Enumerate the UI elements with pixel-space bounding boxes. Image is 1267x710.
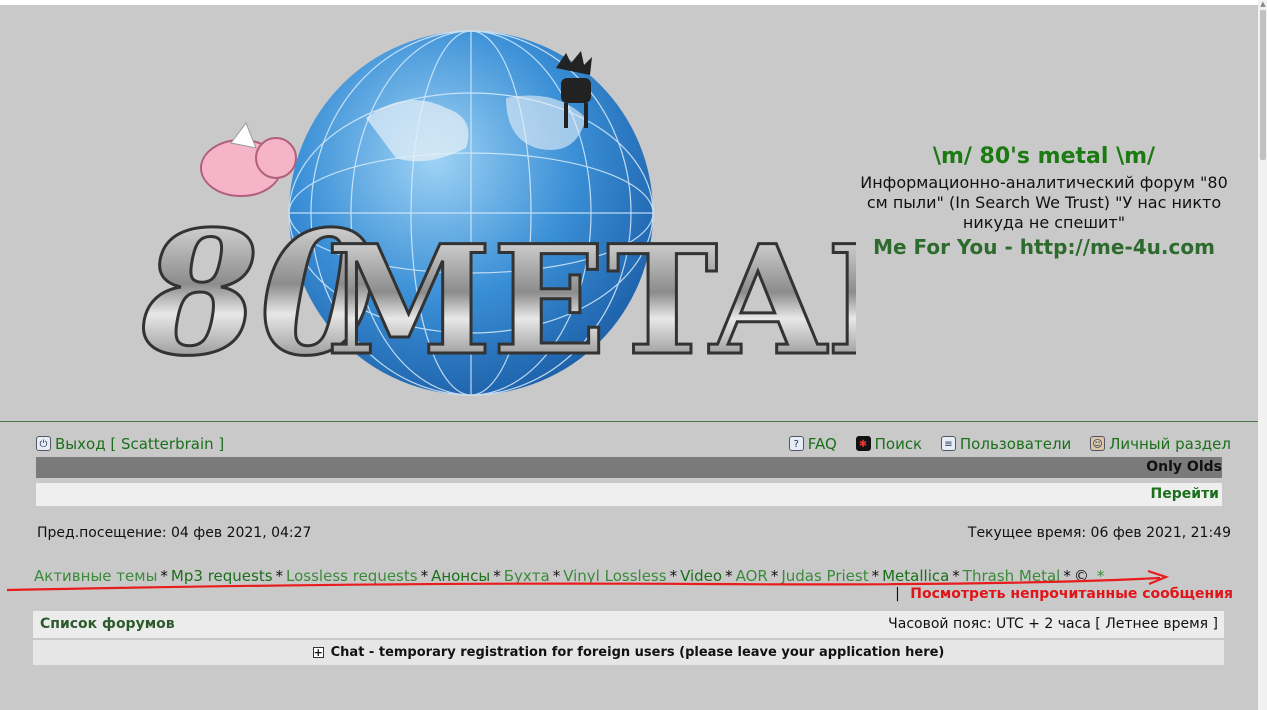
members-list-icon: ≡ (940, 436, 956, 451)
category-chat[interactable]: + Chat - temporary registration for fore… (312, 640, 945, 665)
user-profile-icon: ☺ (1090, 436, 1106, 451)
profile-link[interactable]: ☺ Личный раздел (1090, 435, 1231, 453)
unread-posts-link[interactable]: Посмотреть непрочитанные сообщения (910, 586, 1233, 602)
previous-visit-time: Пред.посещение: 04 фев 2021, 04:27 (37, 525, 312, 541)
logout-icon: ⏻ (36, 436, 51, 451)
category-chat-label[interactable]: Chat - temporary registration for foreig… (331, 640, 945, 665)
scroll-up-arrow-icon[interactable]: ▲ (1259, 0, 1267, 8)
category-row-chat[interactable]: + Chat - temporary registration for fore… (33, 640, 1224, 665)
forum-header-bar: Only Olds (36, 457, 1222, 478)
logout-link[interactable]: ⏻ Выход [ Scatterbrain ] (36, 435, 224, 453)
site-partner-link[interactable]: Me For You - http://me-4u.com (858, 234, 1230, 261)
nav-left: ⏻ Выход [ Scatterbrain ] (36, 433, 224, 453)
timezone-info: Часовой пояс: UTC + 2 часа [ Летнее врем… (888, 616, 1218, 632)
faq-label[interactable]: FAQ (808, 435, 837, 453)
forum-list-bar: Список форумов Часовой пояс: UTC + 2 час… (33, 611, 1224, 638)
unread-row: | Посмотреть непрочитанные сообщения (895, 586, 1233, 602)
users-link[interactable]: ≡ Пользователи (940, 435, 1071, 453)
current-time: Текущее время: 06 фев 2021, 21:49 (967, 525, 1231, 541)
site-info: \m/ 80's metal \m/ Информационно-аналити… (858, 143, 1230, 261)
search-label[interactable]: Поиск (875, 435, 923, 453)
unread-separator: | (895, 586, 900, 602)
expand-plus-icon[interactable]: + (312, 647, 324, 658)
header-divider (0, 421, 1258, 422)
search-link[interactable]: ✱ Поиск (855, 435, 923, 453)
profile-label[interactable]: Личный раздел (1109, 435, 1231, 453)
scrollbar-thumb[interactable] (1260, 10, 1266, 160)
logout-label[interactable]: Выход [ Scatterbrain ] (55, 435, 224, 453)
jump-bar: Перейти (36, 483, 1222, 506)
pig-icon (200, 121, 297, 197)
site-logo[interactable]: 80 METAL (36, 8, 856, 416)
nav-right: ? FAQ ✱ Поиск ≡ Пользователи ☺ Личный ра… (775, 433, 1231, 453)
logo-graphic: 80 METAL (139, 30, 856, 396)
faq-icon: ? (788, 436, 804, 451)
forum-index-link[interactable]: Список форумов (40, 611, 175, 638)
faq-link[interactable]: ? FAQ (788, 435, 837, 453)
site-title: \m/ 80's metal \m/ (932, 144, 1156, 169)
site-description: Информационно-аналитический форум "80 см… (860, 173, 1228, 232)
users-label[interactable]: Пользователи (960, 435, 1071, 453)
go-link[interactable]: Перейти (1151, 483, 1219, 505)
forum-header-label: Only Olds (1146, 459, 1222, 475)
logo-text-metal: METAL (326, 213, 856, 389)
search-icon: ✱ (855, 436, 871, 451)
